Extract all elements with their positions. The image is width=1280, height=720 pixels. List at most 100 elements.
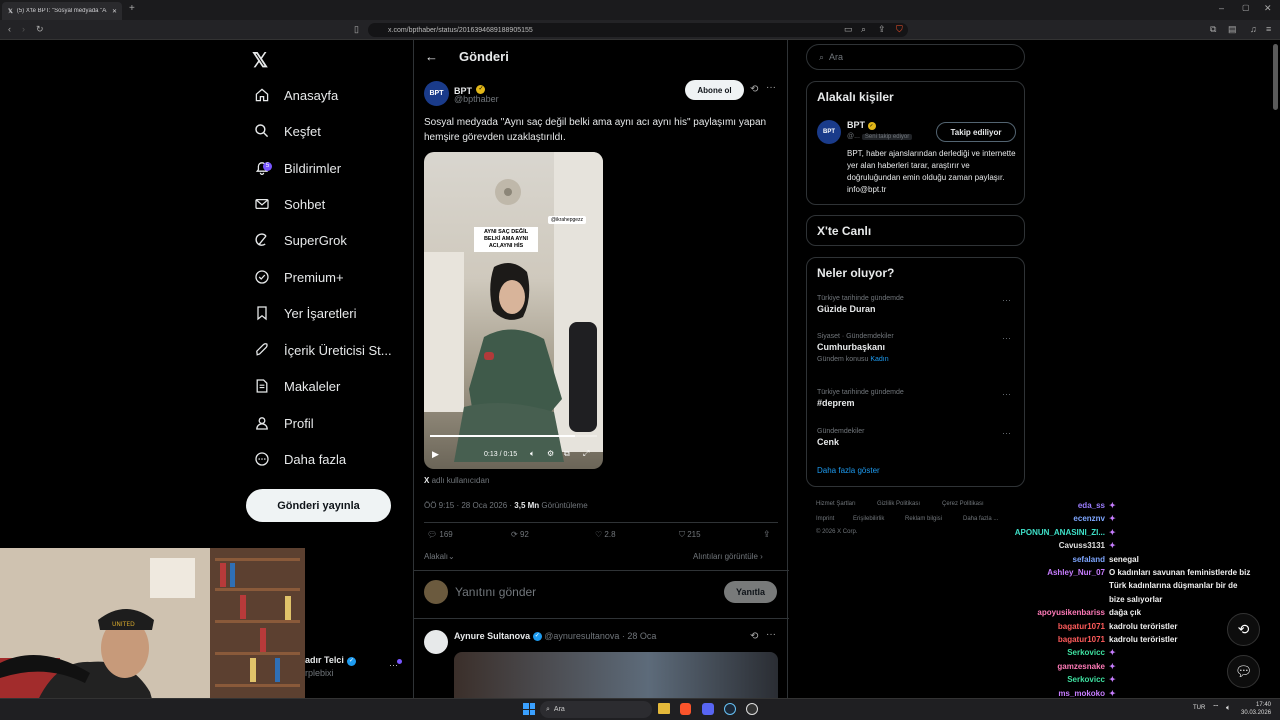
reply-author-handle[interactable]: @aynuresultanova · 28 Oca xyxy=(544,631,656,641)
minimize-icon[interactable]: – xyxy=(1219,3,1224,13)
author-handle[interactable]: @bpthaber xyxy=(454,94,499,104)
footer-link[interactable]: Daha fazla ... xyxy=(963,516,998,522)
menu-icon[interactable]: ≡ xyxy=(1266,24,1271,34)
pip-icon[interactable]: ⧉ xyxy=(564,449,570,459)
more-options-icon[interactable]: ··· xyxy=(1002,389,1011,399)
settings-icon[interactable]: ⚙ xyxy=(547,449,554,458)
show-more-link[interactable]: Daha fazla göster xyxy=(817,466,880,475)
account-switcher[interactable]: adır Telci rplebixi xyxy=(305,655,344,678)
trend-item[interactable]: Türkiye tarihinde gündemde Güzide Duran ··… xyxy=(817,295,1017,314)
view-quotes-link[interactable]: Alıntıları görüntüle › xyxy=(693,552,763,561)
nav-item-profile[interactable]: Profil xyxy=(254,408,314,438)
related-handle[interactable]: @... xyxy=(847,133,860,140)
fullscreen-icon[interactable]: ⤢ xyxy=(583,449,589,459)
trend-item[interactable]: Siyaset · Gündemdekiler Cumhurbaşkanı Günd… xyxy=(817,333,1017,363)
nav-item-home[interactable]: Anasayfa xyxy=(254,80,338,110)
nav-item-bell[interactable]: 5 Bildirimler xyxy=(254,153,341,183)
brave-icon[interactable] xyxy=(680,703,691,715)
chat-username[interactable]: APONUN_ANASINI_ZI... xyxy=(1015,528,1105,537)
reply-action[interactable]: 💬︎ 169 xyxy=(427,530,453,539)
subscribe-button[interactable]: Abone ol xyxy=(685,80,744,100)
reply-author-avatar[interactable] xyxy=(424,630,448,654)
nav-item-rocket[interactable]: İçerik Üreticisi St... xyxy=(254,335,392,365)
footer-link[interactable]: Çerez Politikası xyxy=(942,501,984,507)
trend-item[interactable]: Gündemdekiler Cenk ··· xyxy=(817,428,1017,447)
following-button[interactable]: Takip ediliyor xyxy=(936,122,1016,142)
chat-username[interactable]: Ashley_Nur_07 xyxy=(1047,568,1105,577)
grok-icon[interactable]: ⟲ xyxy=(750,84,758,95)
author-avatar[interactable]: BPT xyxy=(424,81,449,106)
post-button[interactable]: Gönderi yayınla xyxy=(246,489,391,522)
discord-icon[interactable] xyxy=(702,703,714,715)
chat-username[interactable]: gamzesnake xyxy=(1057,662,1105,671)
stream-chat-button[interactable]: 💬︎ xyxy=(1227,655,1260,688)
chat-username[interactable]: eda_ss xyxy=(1078,501,1105,510)
new-tab-icon[interactable]: + xyxy=(129,3,135,14)
chat-username[interactable]: sefaland xyxy=(1073,555,1105,564)
share-post-icon[interactable]: ⇪ xyxy=(763,529,771,540)
repost-action[interactable]: ⟳ 92 xyxy=(511,530,529,539)
search-input[interactable]: ⌕ Ara xyxy=(806,44,1025,70)
footer-link[interactable]: Imprint xyxy=(816,516,834,522)
related-avatar[interactable]: BPT xyxy=(817,120,841,144)
chat-username[interactable]: bagatur1071 xyxy=(1058,622,1105,631)
nav-item-article[interactable]: Makaleler xyxy=(254,371,340,401)
reader-icon[interactable]: ▭ xyxy=(844,24,853,35)
chat-username[interactable]: ms_mokoko xyxy=(1058,689,1105,698)
share-icon[interactable]: ⇪ xyxy=(878,24,886,35)
footer-link[interactable]: Hizmet Şartları xyxy=(816,501,856,507)
reply-input[interactable]: Yanıtını gönder xyxy=(455,585,536,599)
relevant-sort[interactable]: Alakalı⌄ xyxy=(424,552,455,561)
more-options-icon[interactable]: ··· xyxy=(1002,295,1011,305)
wallet-icon[interactable]: ▤ xyxy=(1228,24,1237,35)
trend-item[interactable]: Türkiye tarihinde gündemde #deprem ··· xyxy=(817,389,1017,408)
forward-icon[interactable]: › xyxy=(22,24,25,34)
back-icon[interactable]: ‹ xyxy=(8,24,11,34)
volume-icon[interactable]: 🔈︎ xyxy=(530,449,535,459)
brave-shield-icon[interactable]: ⛉ xyxy=(896,24,903,35)
language-indicator[interactable]: TUR xyxy=(1193,705,1205,711)
nav-item-bookmark[interactable]: Yer İşaretleri xyxy=(254,298,357,328)
x-logo-icon[interactable]: 𝕏 xyxy=(252,48,268,73)
grok-icon[interactable]: ⟲ xyxy=(750,631,758,642)
music-icon[interactable]: ♫ xyxy=(1250,24,1257,34)
nav-item-premium[interactable]: Premium+ xyxy=(254,262,344,292)
video-player[interactable]: @ikrahepgezz AYNI SAÇ DEĞİL BELKİ AMA AY… xyxy=(424,152,603,469)
footer-link[interactable]: Reklam bilgisi xyxy=(905,516,942,522)
more-options-icon[interactable]: ··· xyxy=(1002,428,1011,438)
chat-username[interactable]: Cavuss3131 xyxy=(1059,541,1105,550)
video-progress-track[interactable] xyxy=(430,435,597,437)
close-tab-icon[interactable]: ✕ xyxy=(112,8,117,15)
page-scrollbar[interactable] xyxy=(1273,44,1278,110)
footer-link[interactable]: Erişilebilirlik xyxy=(853,516,884,522)
back-arrow-icon[interactable]: ← xyxy=(425,49,438,64)
play-icon[interactable]: ▶ xyxy=(432,449,439,460)
browser-tab[interactable]: 𝕏 (5) X'te BPT: "Sosyal medyada "A... ✕ xyxy=(2,2,122,20)
zoom-icon[interactable]: ⌕ xyxy=(861,24,866,35)
reply-button[interactable]: Yanıtla xyxy=(724,581,777,603)
more-options-icon[interactable]: ··· xyxy=(766,629,776,640)
footer-link[interactable]: Gizlilik Politikası xyxy=(877,501,920,507)
nav-item-grok[interactable]: SuperGrok xyxy=(254,225,347,255)
steam-icon[interactable] xyxy=(724,703,736,715)
wifi-icon[interactable]: ⌔ xyxy=(1212,703,1220,713)
nav-item-mail[interactable]: Sohbet xyxy=(254,189,325,219)
nav-item-more[interactable]: Daha fazla xyxy=(254,444,346,474)
post-timestamp[interactable]: ÖÖ 9:15 · 28 Oca 2026 · xyxy=(424,501,512,510)
reload-icon[interactable]: ↻ xyxy=(36,24,44,35)
related-name[interactable]: BPT xyxy=(847,120,865,130)
my-avatar[interactable] xyxy=(424,580,448,604)
taskbar-search[interactable]: ⌕ Ara xyxy=(540,701,652,718)
maximize-icon[interactable]: ▢ xyxy=(1242,3,1250,12)
chat-username[interactable]: Serkovicc xyxy=(1067,648,1105,657)
url-field[interactable]: x.com/bpthaber/status/201639468918890515… xyxy=(368,23,908,37)
like-action[interactable]: ♡ 2.8 xyxy=(595,530,616,539)
reply-author-name[interactable]: Aynure Sultanova xyxy=(454,631,530,641)
chat-username[interactable]: Serkovicc xyxy=(1067,675,1105,684)
bookmark-action[interactable]: ⛉ 215 xyxy=(679,530,701,540)
nav-item-search[interactable]: Keşfet xyxy=(254,116,321,146)
windows-start-icon[interactable] xyxy=(523,703,535,715)
file-explorer-icon[interactable] xyxy=(658,703,670,714)
more-options-icon[interactable]: ··· xyxy=(766,82,776,93)
close-window-icon[interactable]: ✕ xyxy=(1264,3,1272,14)
